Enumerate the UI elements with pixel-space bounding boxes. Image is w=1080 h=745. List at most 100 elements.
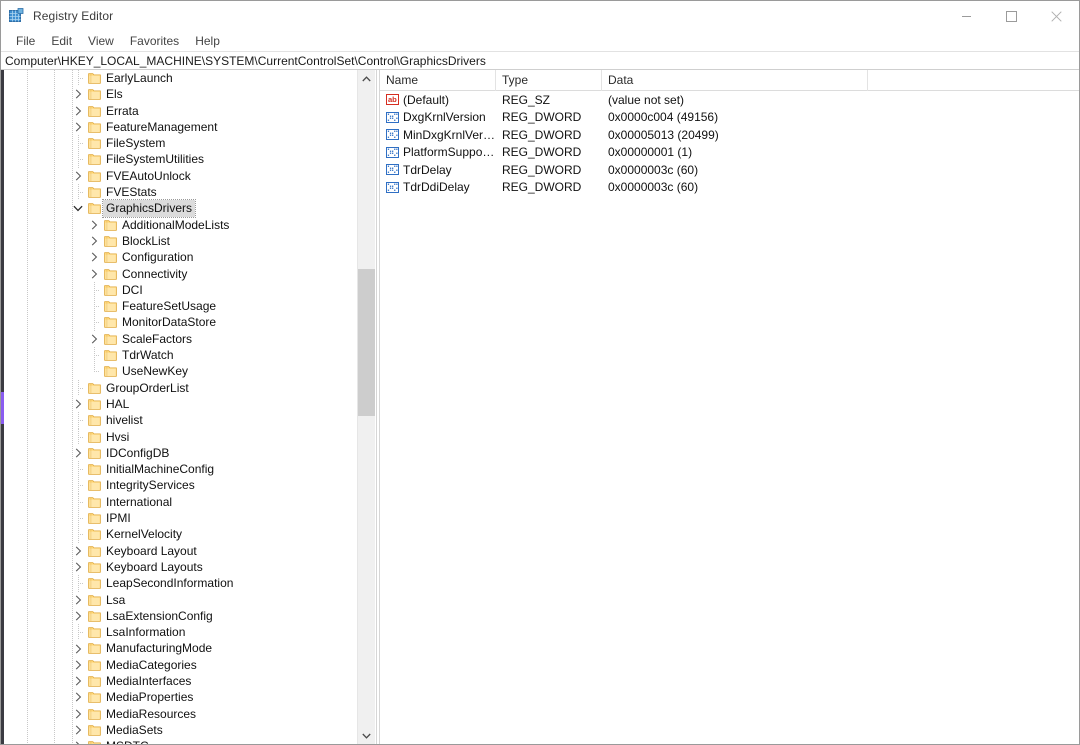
tree-item-mediainterfaces[interactable]: MediaInterfaces xyxy=(4,673,354,689)
column-header-data[interactable]: Data xyxy=(602,70,868,91)
chevron-right-icon[interactable] xyxy=(70,689,86,705)
tree-item-graphicsdrivers[interactable]: GraphicsDrivers xyxy=(4,199,354,218)
tree-vertical-scrollbar[interactable] xyxy=(357,70,375,744)
tree-item-mediasets[interactable]: MediaSets xyxy=(4,722,354,738)
tree-item-ipmi[interactable]: IPMI xyxy=(4,510,354,527)
tree-item-fveautounlock[interactable]: FVEAutoUnlock xyxy=(4,168,354,184)
tree-item-earlylaunch[interactable]: EarlyLaunch xyxy=(4,70,354,87)
tree-item-dci[interactable]: DCI xyxy=(4,281,354,299)
value-row[interactable]: PlatformSupport… REG_DWORD 0x00000001 (1) xyxy=(380,144,1079,162)
tree-item-filesystem[interactable]: FileSystem xyxy=(4,135,354,152)
tree-item-initialmachineconfig[interactable]: InitialMachineConfig xyxy=(4,461,354,478)
menu-item-favorites[interactable]: Favorites xyxy=(122,31,187,51)
tree-item-tdrwatch[interactable]: TdrWatch xyxy=(4,347,354,364)
tree-item-featuremanagement[interactable]: FeatureManagement xyxy=(4,119,354,135)
tree-item-international[interactable]: International xyxy=(4,493,354,511)
chevron-right-icon[interactable] xyxy=(70,559,86,575)
tree-item-manufacturingmode[interactable]: ManufacturingMode xyxy=(4,640,354,656)
chevron-right-icon[interactable] xyxy=(70,706,86,722)
tree-item-integrityservices[interactable]: IntegrityServices xyxy=(4,477,354,495)
chevron-right-icon[interactable] xyxy=(70,396,86,412)
tree-item-label: FVEStats xyxy=(106,185,157,200)
chevron-right-icon[interactable] xyxy=(70,86,86,102)
folder-icon xyxy=(88,170,101,182)
tree-item-leapsecondinformation[interactable]: LeapSecondInformation xyxy=(4,575,354,592)
chevron-right-icon[interactable] xyxy=(70,657,86,673)
tree-item-mediaproperties[interactable]: MediaProperties xyxy=(4,689,354,705)
tree-item-label: GroupOrderList xyxy=(106,380,189,395)
tree-scrollbar-thumb[interactable] xyxy=(358,269,375,416)
tree-item-blocklist[interactable]: BlockList xyxy=(4,233,354,249)
close-button[interactable] xyxy=(1034,1,1079,31)
value-row[interactable]: TdrDelay REG_DWORD 0x0000003c (60) xyxy=(380,161,1079,179)
tree-item-hivelist[interactable]: hivelist xyxy=(4,412,354,429)
chevron-right-icon[interactable] xyxy=(86,331,102,347)
tree-item-grouporderlist[interactable]: GroupOrderList xyxy=(4,379,354,397)
main-content: EarlyLaunch Els Errata FeatureManagement Fil… xyxy=(1,70,1079,744)
chevron-right-icon[interactable] xyxy=(70,673,86,689)
chevron-right-icon[interactable] xyxy=(70,445,86,461)
tree-item-configuration[interactable]: Configuration xyxy=(4,249,354,265)
menu-item-edit[interactable]: Edit xyxy=(43,31,80,51)
menu-item-file[interactable]: File xyxy=(8,31,43,51)
column-header-name[interactable]: Name xyxy=(380,70,496,91)
tree-item-kernelvelocity[interactable]: KernelVelocity xyxy=(4,526,354,543)
maximize-button[interactable] xyxy=(989,1,1034,31)
tree-item-hvsi[interactable]: Hvsi xyxy=(4,428,354,446)
tree-item-mediaresources[interactable]: MediaResources xyxy=(4,706,354,722)
tree-item-idconfigdb[interactable]: IDConfigDB xyxy=(4,445,354,461)
chevron-right-icon[interactable] xyxy=(70,608,86,624)
chevron-right-icon[interactable] xyxy=(70,543,86,559)
chevron-right-icon[interactable] xyxy=(70,722,86,738)
tree-item-keyboard-layouts[interactable]: Keyboard Layouts xyxy=(4,559,354,575)
chevron-right-icon[interactable] xyxy=(86,249,102,265)
value-row[interactable]: ab (Default) REG_SZ (value not set) xyxy=(380,91,1079,109)
tree-item-keyboard-layout[interactable]: Keyboard Layout xyxy=(4,543,354,559)
scroll-down-arrow-icon[interactable] xyxy=(358,727,375,744)
value-row[interactable]: TdrDdiDelay REG_DWORD 0x0000003c (60) xyxy=(380,179,1079,197)
address-bar[interactable]: Computer\HKEY_LOCAL_MACHINE\SYSTEM\Curre… xyxy=(1,51,1079,70)
chevron-right-icon[interactable] xyxy=(86,233,102,249)
tree-item-lsa[interactable]: Lsa xyxy=(4,592,354,608)
minimize-button[interactable] xyxy=(944,1,989,31)
registry-key-tree[interactable]: EarlyLaunch Els Errata FeatureManagement Fil… xyxy=(4,70,376,744)
chevron-right-icon[interactable] xyxy=(86,266,102,282)
chevron-right-icon[interactable] xyxy=(70,738,86,744)
tree-item-usenewkey[interactable]: UseNewKey xyxy=(4,363,354,379)
tree-item-errata[interactable]: Errata xyxy=(4,103,354,119)
scroll-up-arrow-icon[interactable] xyxy=(358,70,375,87)
tree-item-mediacategories[interactable]: MediaCategories xyxy=(4,657,354,673)
tree-item-label: KernelVelocity xyxy=(106,527,183,542)
column-header-type[interactable]: Type xyxy=(496,70,602,91)
tree-item-lsaextensionconfig[interactable]: LsaExtensionConfig xyxy=(4,608,354,624)
tree-item-label: AdditionalModeLists xyxy=(122,217,230,232)
registry-values-list[interactable]: Name Type Data ab (Default) REG_SZ (value n… xyxy=(380,70,1079,744)
tree-item-featuresetusage[interactable]: FeatureSetUsage xyxy=(4,298,354,315)
tree-item-hal[interactable]: HAL xyxy=(4,396,354,412)
chevron-right-icon[interactable] xyxy=(86,217,102,233)
value-row[interactable]: MinDxgKrnlVersi… REG_DWORD 0x00005013 (204… xyxy=(380,126,1079,144)
chevron-right-icon[interactable] xyxy=(70,119,86,135)
chevron-down-icon[interactable] xyxy=(70,200,86,216)
chevron-right-icon[interactable] xyxy=(70,103,86,119)
chevron-right-icon[interactable] xyxy=(70,640,86,656)
tree-item-label: FVEAutoUnlock xyxy=(106,168,191,183)
tree-item-lsainformation[interactable]: LsaInformation xyxy=(4,624,354,641)
menu-item-view[interactable]: View xyxy=(80,31,122,51)
tree-item-filesystemutilities[interactable]: FileSystemUtilities xyxy=(4,151,354,169)
tree-item-monitordatastore[interactable]: MonitorDataStore xyxy=(4,314,354,332)
menu-item-help[interactable]: Help xyxy=(187,31,228,51)
tree-item-label: DCI xyxy=(122,282,143,297)
folder-icon xyxy=(104,316,117,329)
chevron-right-icon[interactable] xyxy=(70,592,86,608)
tree-item-label: Lsa xyxy=(106,592,126,607)
tree-item-fvestats[interactable]: FVEStats xyxy=(4,184,354,201)
tree-item-additionalmodelists[interactable]: AdditionalModeLists xyxy=(4,217,354,233)
value-row[interactable]: DxgKrnlVersion REG_DWORD 0x0000c004 (49156… xyxy=(380,109,1079,127)
tree-item-scalefactors[interactable]: ScaleFactors xyxy=(4,331,354,347)
chevron-right-icon[interactable] xyxy=(70,168,86,184)
tree-item-connectivity[interactable]: Connectivity xyxy=(4,266,354,282)
tree-connector-line xyxy=(70,510,86,527)
tree-item-msdtc[interactable]: MSDTC xyxy=(4,738,354,744)
tree-item-els[interactable]: Els xyxy=(4,86,354,102)
